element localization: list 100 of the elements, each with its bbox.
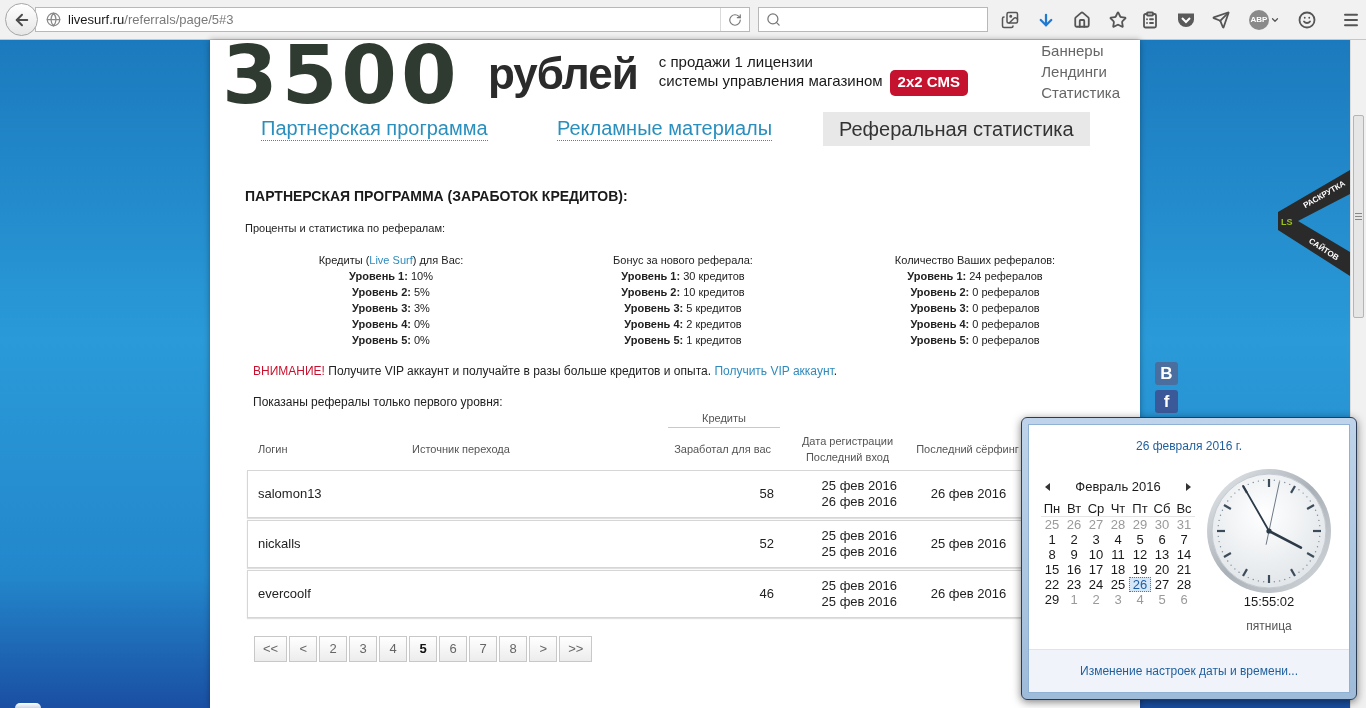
calendar-day[interactable]: 27: [1151, 577, 1173, 592]
column-header: Источник перехода: [411, 442, 511, 457]
ribbon-logo: LS: [1281, 217, 1293, 227]
calendar-day[interactable]: 13: [1151, 547, 1173, 562]
calendar-day[interactable]: 16: [1063, 562, 1085, 577]
column-header: Дата регистрации Последний вход: [800, 434, 895, 465]
reload-icon[interactable]: [728, 12, 742, 27]
section-title: ПАРТНЕРСКАЯ ПРОГРАММА (ЗАРАБОТОК КРЕДИТОВ):: [245, 187, 629, 205]
back-button[interactable]: [5, 3, 38, 36]
page-button[interactable]: >: [529, 636, 558, 662]
social-button[interactable]: B: [1155, 362, 1178, 385]
home-icon[interactable]: [1073, 10, 1091, 29]
level-stat: Уровень 3: 3%: [352, 301, 430, 316]
caret-left-icon[interactable]: [1045, 483, 1050, 491]
calendar-day[interactable]: 28: [1173, 577, 1195, 592]
calendar-day[interactable]: 5: [1129, 532, 1151, 547]
calendar-day[interactable]: 2: [1063, 532, 1085, 547]
calendar-day[interactable]: 1: [1041, 532, 1063, 547]
page-button[interactable]: >>: [559, 636, 593, 662]
weekday-label: Ср: [1086, 501, 1106, 516]
calendar-day[interactable]: 14: [1173, 547, 1195, 562]
date-heading-link[interactable]: 26 февраля 2016 г.: [1135, 439, 1243, 454]
column-header: Заработал для вас: [673, 442, 772, 457]
extension-badge[interactable]: ABP: [1249, 9, 1269, 30]
calendar-day[interactable]: 22: [1041, 577, 1063, 592]
inline-link[interactable]: Live Surf: [369, 254, 413, 266]
promo-currency: рублей: [488, 52, 638, 96]
calendar-day[interactable]: 3: [1085, 532, 1107, 547]
level-stat: Уровень 4: 0%: [352, 317, 430, 332]
calendar-month[interactable]: Февраль 2016: [1075, 479, 1161, 495]
page-button[interactable]: 4: [379, 636, 408, 662]
tab[interactable]: Партнерская программа: [261, 117, 488, 141]
column-header: Последний сёрфинг: [915, 442, 1020, 457]
weekday-label: Чт: [1109, 501, 1127, 516]
calendar-day[interactable]: 11: [1107, 547, 1129, 562]
url-text[interactable]: livesurf.ru/referrals/page/5#3: [68, 9, 234, 30]
menu-link[interactable]: Баннеры: [1041, 40, 1120, 61]
weekday-label: Вт: [1065, 501, 1083, 516]
social-button[interactable]: f: [1155, 390, 1178, 413]
credits-cell-text: 58: [758, 485, 775, 504]
calendar-day[interactable]: 17: [1085, 562, 1107, 577]
page-button[interactable]: <: [289, 636, 318, 662]
last-surf-date: 26 фев 2016: [929, 485, 1008, 504]
calendar-day[interactable]: 7: [1173, 532, 1195, 547]
calendar-day[interactable]: 29: [1041, 592, 1063, 607]
page-button[interactable]: 3: [349, 636, 378, 662]
weekday-label: Вс: [1175, 501, 1193, 516]
calendar-day[interactable]: 19: [1129, 562, 1151, 577]
paper-plane-icon[interactable]: [1212, 10, 1230, 29]
star-icon[interactable]: [1109, 10, 1127, 29]
calendar-day[interactable]: 24: [1085, 577, 1107, 592]
smiley-icon[interactable]: [1298, 10, 1316, 29]
calendar-day[interactable]: 20: [1151, 562, 1173, 577]
calendar-day[interactable]: 15: [1041, 562, 1063, 577]
calendar-day[interactable]: 18: [1107, 562, 1129, 577]
level-stat: Уровень 1: 30 кредитов: [621, 269, 745, 284]
image-stack-icon[interactable]: [1001, 10, 1019, 29]
menu-link[interactable]: Лендинги: [1041, 61, 1120, 82]
calendar-day[interactable]: 8: [1041, 547, 1063, 562]
calendar-day[interactable]: 12: [1129, 547, 1151, 562]
cms-badge[interactable]: 2x2 CMS: [889, 69, 969, 96]
globe-icon[interactable]: [46, 12, 61, 27]
promo-amount: 3500: [222, 40, 462, 112]
level-stat: Уровень 5: 0%: [352, 333, 430, 348]
address-bar[interactable]: livesurf.ru/referrals/page/5#3: [35, 7, 750, 32]
calendar-day[interactable]: 25: [1107, 577, 1129, 592]
clipboard-icon[interactable]: [1141, 10, 1159, 29]
search-field[interactable]: [758, 7, 988, 32]
page-button[interactable]: 7: [469, 636, 498, 662]
caret-right-icon[interactable]: [1186, 483, 1191, 491]
scrollbar-thumb[interactable]: [1353, 115, 1364, 318]
registration-date: 25 фев 2016: [821, 528, 897, 544]
calendar-day[interactable]: 26: [1129, 577, 1151, 592]
level-stat: Уровень 5: 1 кредитов: [624, 333, 742, 348]
page-button[interactable]: <<: [254, 636, 288, 662]
grip-icon: [1355, 213, 1362, 220]
level-stat: Уровень 3: 5 кредитов: [624, 301, 742, 316]
calendar-day[interactable]: 10: [1085, 547, 1107, 562]
tab[interactable]: Реферальная статистика: [823, 112, 1090, 146]
last-surf-date: 25 фев 2016: [929, 535, 1008, 554]
menu-link[interactable]: Статистика: [1041, 82, 1120, 103]
level-stat: Уровень 1: 10%: [349, 269, 433, 284]
section-subtitle: Проценты и статистика по рефералам:: [245, 221, 447, 235]
page-button[interactable]: 6: [439, 636, 468, 662]
page-button[interactable]: 5: [409, 636, 438, 662]
orb-button-icon[interactable]: [15, 703, 41, 708]
vip-account-link[interactable]: Получить VIP аккаунт: [714, 364, 834, 378]
last-login-date: 25 фев 2016: [821, 544, 897, 560]
page-button[interactable]: 8: [499, 636, 528, 662]
tab[interactable]: Рекламные материалы: [557, 117, 773, 141]
calendar-day[interactable]: 9: [1063, 547, 1085, 562]
calendar-day[interactable]: 4: [1107, 532, 1129, 547]
calendar-day[interactable]: 21: [1173, 562, 1195, 577]
calendar-day[interactable]: 23: [1063, 577, 1085, 592]
chevron-shield-icon[interactable]: [1177, 11, 1195, 28]
page-button[interactable]: 2: [319, 636, 348, 662]
clock-time: 15:55:02: [1243, 595, 1295, 609]
credits-cell-text: 46: [758, 585, 775, 604]
level-stat: Уровень 4: 2 кредитов: [624, 317, 742, 332]
calendar-day[interactable]: 6: [1151, 532, 1173, 547]
